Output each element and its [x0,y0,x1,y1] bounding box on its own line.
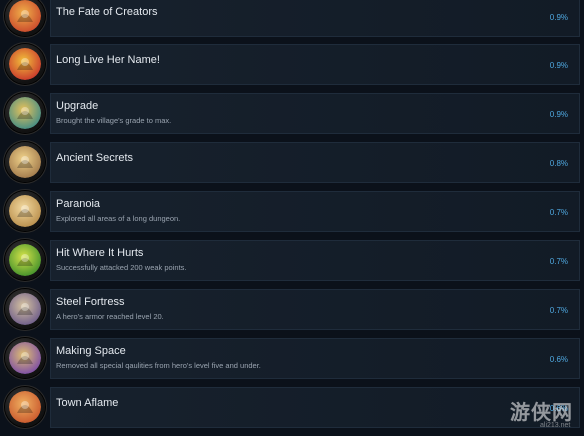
achievement-description: Successfully attacked 200 weak points. [56,263,187,272]
achievement-description: A hero's armor reached level 20. [56,312,164,321]
achievement-card [50,191,580,232]
achievement-title: Steel Fortress [56,296,125,308]
achievement-row[interactable]: Ancient Secrets 0.8% [0,142,584,191]
paranoia-icon [9,195,41,227]
achievement-description: Brought the village's grade to max. [56,116,172,125]
achievement-percent: 0.6% [549,355,568,364]
long-live-her-name-icon [9,48,41,80]
achievement-list: The Fate of Creators 0.9% Long Live Her Na… [0,0,584,436]
achievement-percent: 0.7% [549,306,568,315]
achievement-percent: 0.9% [549,13,568,22]
achievement-badge [5,142,45,182]
achievement-row[interactable]: Making Space Removed all special qaulitie… [0,338,584,387]
achievement-badge [5,0,45,36]
achievement-row[interactable]: Upgrade Brought the village's grade to ma… [0,93,584,142]
achievement-row[interactable]: Hit Where It Hurts Successfully attacked … [0,240,584,289]
achievement-description: Removed all special qaulities from hero'… [56,361,261,370]
achievement-title: Hit Where It Hurts [56,247,144,259]
achievement-badge [5,338,45,378]
achievement-badge [5,44,45,84]
achievement-badge [5,289,45,329]
achievement-badge [5,387,45,427]
achievement-title: Making Space [56,345,126,357]
steel-fortress-icon [9,293,41,325]
ancient-secrets-icon [9,146,41,178]
achievement-card [50,93,580,134]
achievement-row[interactable]: The Fate of Creators 0.9% [0,0,584,45]
achievement-description: Explored all areas of a long dungeon. [56,214,181,223]
achievement-percent: 0.7% [549,208,568,217]
achievement-title: Ancient Secrets [56,152,134,164]
achievement-row[interactable]: Steel Fortress A hero's armor reached lev… [0,289,584,338]
achievement-title: Town Aflame [56,397,119,409]
achievement-percent: 0.7% [549,257,568,266]
achievement-percent: 0.9% [549,61,568,70]
achievement-percent: 0.6% [549,404,568,413]
achievement-title: Upgrade [56,100,99,112]
upgrade-icon [9,97,41,129]
achievement-row[interactable]: Town Aflame 0.6% [0,387,584,436]
fate-of-creators-icon [9,0,41,32]
achievement-row[interactable]: Paranoia Explored all areas of a long dun… [0,191,584,240]
achievement-title: The Fate of Creators [56,6,158,18]
achievement-card [50,387,580,428]
achievement-row[interactable]: Long Live Her Name! 0.9% [0,44,584,93]
achievement-card [50,338,580,379]
town-aflame-icon [9,391,41,423]
achievement-percent: 0.8% [549,159,568,168]
achievement-percent: 0.9% [549,110,568,119]
hit-where-it-hurts-icon [9,244,41,276]
achievement-badge [5,240,45,280]
achievement-card [50,289,580,330]
achievement-title: Long Live Her Name! [56,54,160,66]
achievement-badge [5,93,45,133]
making-space-icon [9,342,41,374]
achievement-title: Paranoia [56,198,101,210]
achievement-badge [5,191,45,231]
